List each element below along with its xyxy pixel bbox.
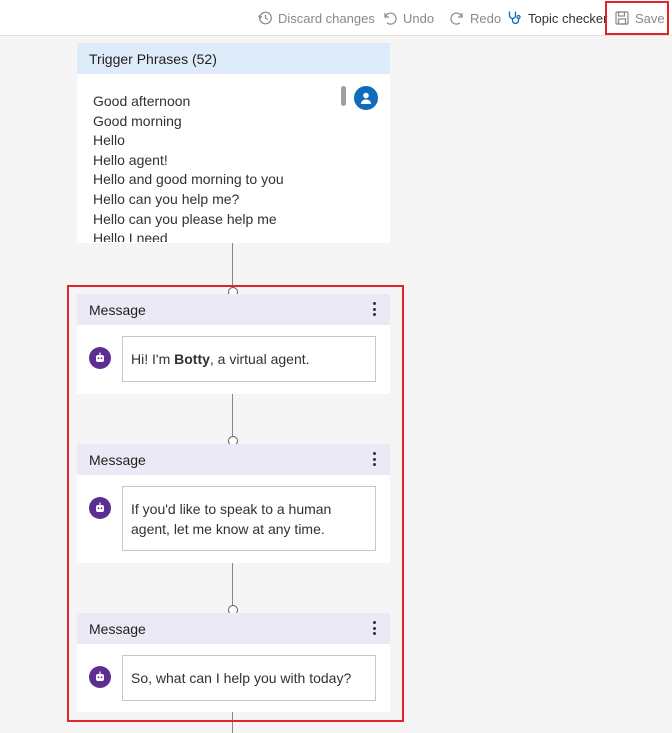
trigger-phrases-list: Good afternoon Good morning Hello Hello …: [93, 92, 343, 242]
trigger-phrases-header: Trigger Phrases (52): [77, 43, 390, 74]
message-header: Message: [77, 294, 390, 325]
more-options-icon[interactable]: [368, 621, 380, 635]
user-avatar: [354, 86, 378, 110]
discard-changes-button[interactable]: Discard changes: [257, 0, 375, 36]
message-title: Message: [89, 301, 146, 318]
trigger-phrase: Hello I need: [93, 230, 168, 242]
trigger-phrases-title: Trigger Phrases (52): [89, 50, 217, 67]
connector-line: [232, 243, 233, 287]
redo-label: Redo: [470, 10, 502, 26]
save-highlight-box: [605, 1, 669, 35]
message-node[interactable]: Message So, what can I help you with tod…: [77, 613, 390, 712]
bot-avatar: [89, 666, 111, 688]
history-icon: [257, 11, 272, 25]
message-text: If you'd like to speak to a human agent,…: [131, 500, 332, 537]
redo-button[interactable]: Redo: [449, 0, 501, 36]
trigger-phrases-card[interactable]: Trigger Phrases (52) Good afternoon Good…: [77, 43, 390, 243]
more-options-icon[interactable]: [368, 302, 380, 316]
trigger-phrase: Hello can you help me?: [93, 190, 240, 207]
trigger-phrase: Hello and good morning to you: [93, 171, 284, 188]
message-bubble[interactable]: So, what can I help you with today?: [122, 655, 376, 701]
message-text: Hi! I'm Botty, a virtual agent.: [131, 351, 310, 367]
bot-icon: [96, 671, 104, 681]
message-header: Message: [77, 444, 390, 475]
undo-icon: [384, 12, 397, 25]
stethoscope-icon: [508, 11, 521, 25]
scrollbar-thumb[interactable]: [341, 86, 346, 106]
message-node[interactable]: Message Hi! I'm Botty, a virtual agent.: [77, 294, 390, 394]
message-title: Message: [89, 451, 146, 468]
topic-checker-label: Topic checker: [528, 10, 608, 26]
undo-button[interactable]: Undo: [382, 0, 434, 36]
trigger-phrase: Good morning: [93, 112, 182, 129]
undo-label: Undo: [403, 10, 435, 26]
bot-avatar: [89, 497, 111, 519]
message-bubble[interactable]: Hi! I'm Botty, a virtual agent.: [122, 336, 376, 382]
trigger-phrase: Hello agent!: [93, 151, 168, 168]
message-bold-text: Botty: [174, 351, 210, 367]
redo-icon: [450, 12, 463, 25]
trigger-phrase: Good afternoon: [93, 93, 191, 109]
bot-avatar: [89, 347, 111, 369]
trigger-phrase: Hello: [93, 132, 125, 149]
user-icon: [360, 92, 372, 104]
trigger-phrase: Hello can you please help me: [93, 210, 277, 227]
topic-checker-button[interactable]: Topic checker: [507, 0, 607, 36]
message-header: Message: [77, 613, 390, 644]
message-node[interactable]: Message If you'd like to speak to a huma…: [77, 444, 390, 563]
message-title: Message: [89, 620, 146, 637]
message-text: So, what can I help you with today?: [131, 670, 352, 686]
bot-icon: [96, 352, 104, 362]
bot-icon: [96, 502, 104, 512]
more-options-icon[interactable]: [368, 452, 380, 466]
discard-changes-label: Discard changes: [278, 10, 375, 26]
message-bubble[interactable]: If you'd like to speak to a human agent,…: [122, 486, 376, 551]
toolbar: Discard changes Undo Redo Topic checker …: [0, 0, 672, 36]
